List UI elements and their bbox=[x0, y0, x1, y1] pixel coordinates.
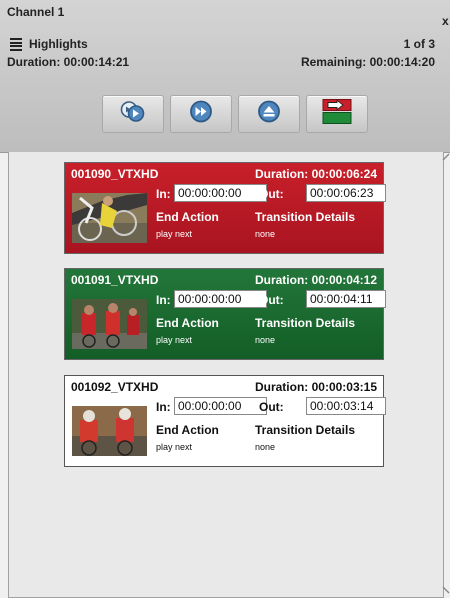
out-point-field[interactable]: 00:00:03:14 bbox=[306, 397, 386, 415]
clip-thumbnail bbox=[72, 299, 147, 349]
scroll-up-icon[interactable] bbox=[442, 150, 450, 164]
clip-id: 001090_VTXHD bbox=[71, 167, 159, 181]
playlist-item[interactable]: 001091_VTXHD Duration: 00:00:04:12 In: 0… bbox=[64, 268, 386, 360]
out-point-field[interactable]: 00:00:06:23 bbox=[306, 184, 386, 202]
playlist-icon bbox=[10, 38, 22, 51]
in-point-field[interactable]: 00:00:00:00 bbox=[174, 290, 267, 308]
total-duration: Duration: 00:00:14:21 bbox=[7, 55, 130, 69]
channel-header: Channel 1 x Highlights 1 of 3 Duration: … bbox=[0, 0, 450, 153]
eject-button[interactable] bbox=[238, 95, 300, 133]
in-point-label: In: bbox=[156, 293, 171, 307]
transition-label: Transition Details bbox=[255, 423, 356, 437]
playlist-row: Highlights 1 of 3 bbox=[7, 37, 435, 53]
end-action-value: play next bbox=[156, 335, 193, 345]
remaining-time: Remaining: 00:00:14:20 bbox=[300, 55, 435, 69]
in-point-field[interactable]: 00:00:00:00 bbox=[174, 184, 267, 202]
in-point-label: In: bbox=[156, 400, 171, 414]
end-action-value: play next bbox=[156, 442, 193, 452]
channel-title: Channel 1 bbox=[7, 5, 65, 19]
timing-row: Duration: 00:00:14:21 Remaining: 00:00:1… bbox=[7, 55, 435, 69]
end-action-value: play next bbox=[156, 229, 193, 239]
clip-id: 001091_VTXHD bbox=[71, 273, 159, 287]
fast-forward-icon bbox=[189, 100, 213, 129]
playlist-item[interactable]: 001090_VTXHD Duration: 00:00:06:24 In: 0… bbox=[64, 162, 386, 254]
transition-label: Transition Details bbox=[255, 316, 356, 330]
clip-thumbnail bbox=[72, 193, 147, 243]
close-icon[interactable]: x bbox=[442, 12, 450, 30]
clip-thumbnail bbox=[72, 406, 147, 456]
playlist-name: Highlights bbox=[29, 37, 88, 51]
clip-duration: Duration: 00:00:03:15 bbox=[254, 380, 377, 394]
end-action-label: End Action bbox=[156, 210, 219, 224]
skip-back-icon bbox=[120, 101, 146, 128]
clip-duration: Duration: 00:00:06:24 bbox=[254, 167, 377, 181]
status-indicator-icon bbox=[322, 99, 352, 130]
transition-value: none bbox=[255, 442, 276, 452]
out-point-label: Out: bbox=[259, 293, 284, 307]
end-action-label: End Action bbox=[156, 423, 219, 437]
end-action-label: End Action bbox=[156, 316, 219, 330]
out-point-field[interactable]: 00:00:04:11 bbox=[306, 290, 386, 308]
scroll-down-icon[interactable] bbox=[442, 583, 450, 597]
out-point-label: Out: bbox=[259, 400, 284, 414]
skip-back-button[interactable] bbox=[102, 95, 164, 133]
in-point-field[interactable]: 00:00:00:00 bbox=[174, 397, 267, 415]
clip-id: 001092_VTXHD bbox=[71, 380, 159, 394]
playlist-item[interactable]: 001092_VTXHD Duration: 00:00:03:15 In: 0… bbox=[64, 375, 386, 467]
transition-value: none bbox=[255, 229, 276, 239]
eject-icon bbox=[257, 100, 281, 129]
in-point-label: In: bbox=[156, 187, 171, 201]
transition-label: Transition Details bbox=[255, 210, 356, 224]
status-button[interactable] bbox=[306, 95, 368, 133]
clip-duration: Duration: 00:00:04:12 bbox=[254, 273, 377, 287]
out-point-label: Out: bbox=[259, 187, 284, 201]
transition-value: none bbox=[255, 335, 276, 345]
fast-forward-button[interactable] bbox=[170, 95, 232, 133]
playlist-position: 1 of 3 bbox=[403, 37, 435, 51]
